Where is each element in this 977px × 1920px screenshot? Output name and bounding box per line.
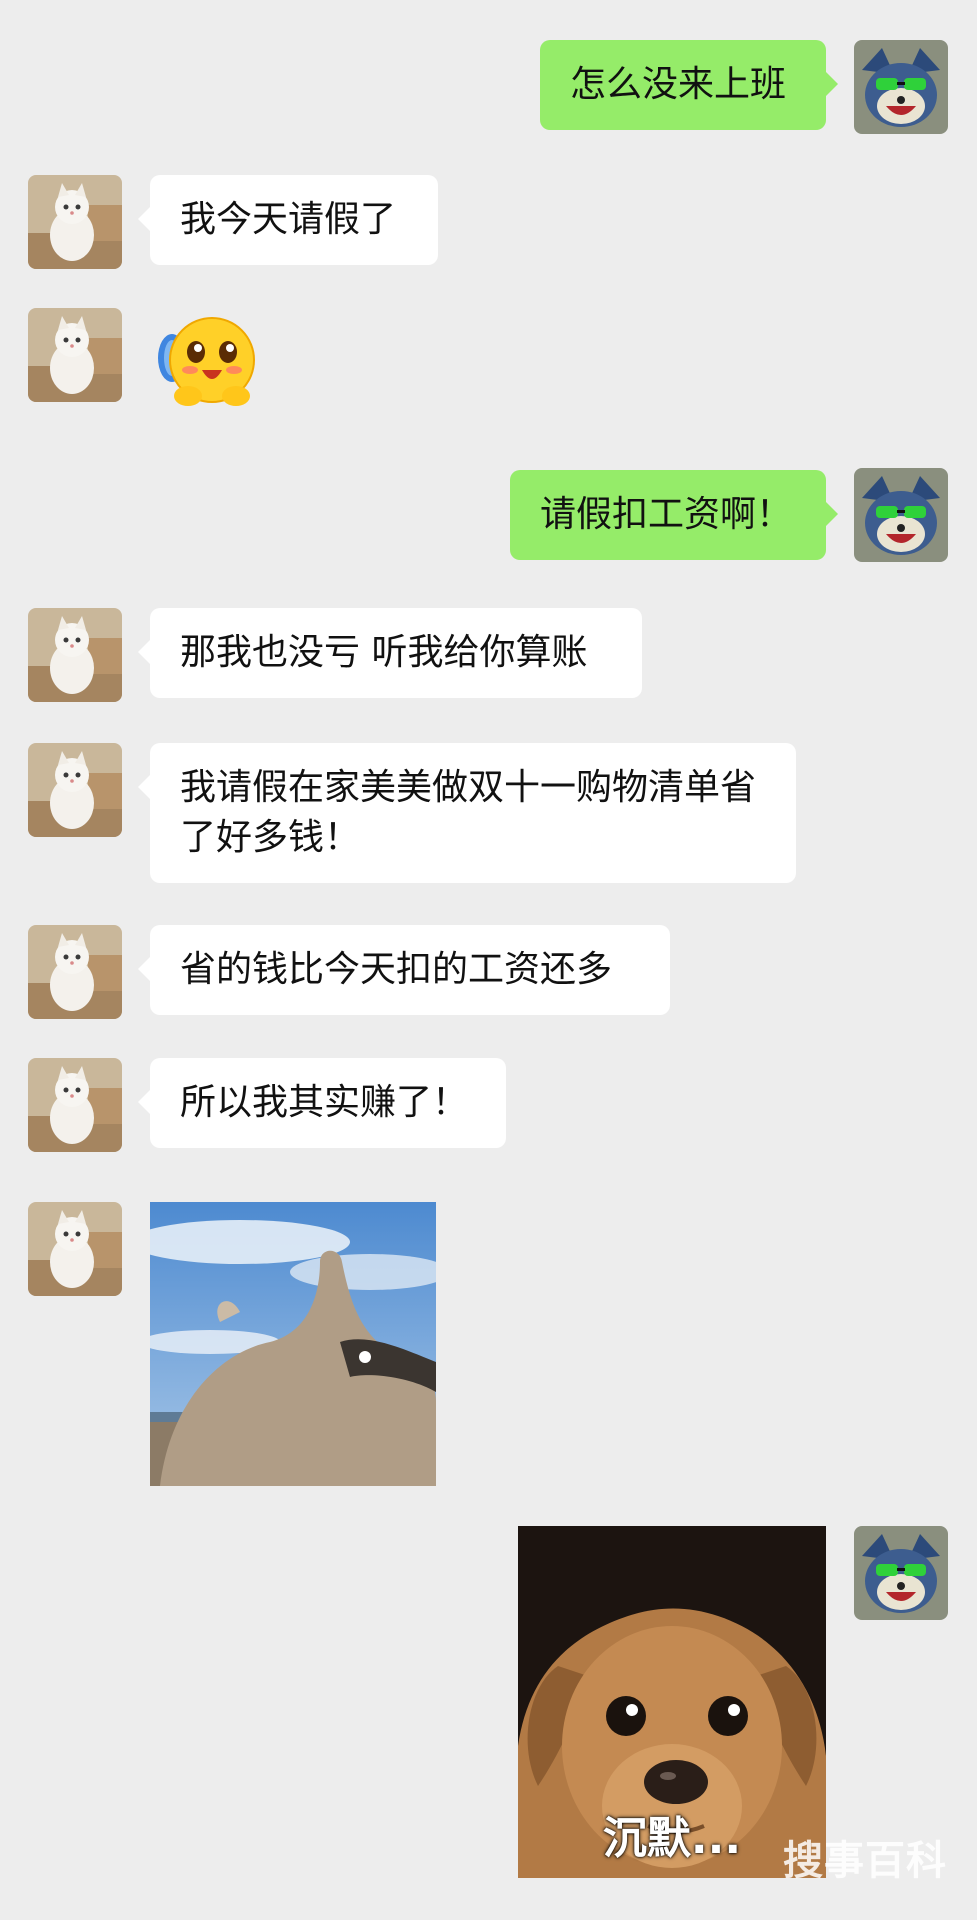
alpaca-sticker[interactable]	[150, 1202, 436, 1486]
white-cat-avatar-icon	[28, 743, 122, 837]
white-cat-avatar-icon	[28, 608, 122, 702]
chat-area: 怎么没来上班 我今天请假了 请假扣工资啊！ 那我也没亏 听我给你算账 我请假在家…	[0, 0, 977, 1920]
white-cat-avatar-icon	[28, 175, 122, 269]
avatar-tom[interactable]	[854, 468, 948, 562]
message-bubble-outgoing[interactable]: 请假扣工资啊！	[510, 470, 838, 560]
dog-sticker[interactable]: 沉默...	[518, 1526, 826, 1878]
shy-smile-emoji[interactable]	[150, 312, 270, 412]
avatar-cat[interactable]	[28, 608, 122, 702]
alpaca-sticker-icon	[150, 1202, 436, 1486]
shy-smile-emoji-icon	[158, 317, 255, 406]
message-bubble-incoming[interactable]: 省的钱比今天扣的工资还多	[138, 925, 670, 1015]
tom-cat-avatar-icon	[854, 40, 948, 134]
white-cat-avatar-icon	[28, 1058, 122, 1152]
sticker-caption: 沉默...	[602, 1813, 742, 1864]
message-bubble-incoming[interactable]: 那我也没亏 听我给你算账	[138, 608, 642, 698]
message-bubble-incoming[interactable]: 所以我其实赚了！	[138, 1058, 506, 1148]
avatar-tom[interactable]	[854, 1526, 948, 1620]
white-cat-avatar-icon	[28, 308, 122, 402]
tom-cat-avatar-icon	[854, 1526, 948, 1620]
avatar-tom[interactable]	[854, 40, 948, 134]
avatar-cat[interactable]	[28, 743, 122, 837]
avatar-cat[interactable]	[28, 1202, 122, 1296]
white-cat-avatar-icon	[28, 1202, 122, 1296]
avatar-cat[interactable]	[28, 1058, 122, 1152]
message-bubble-outgoing[interactable]: 怎么没来上班	[540, 40, 838, 130]
watermark-text: 搜事百科	[783, 1838, 947, 1884]
white-cat-avatar-icon	[28, 925, 122, 1019]
message-bubble-incoming[interactable]: 我请假在家美美做双十一购物清单省了好多钱！	[138, 743, 796, 883]
tom-cat-avatar-icon	[854, 468, 948, 562]
avatar-cat[interactable]	[28, 175, 122, 269]
avatar-cat[interactable]	[28, 308, 122, 402]
avatar-cat[interactable]	[28, 925, 122, 1019]
message-bubble-incoming[interactable]: 我今天请假了	[138, 175, 438, 265]
